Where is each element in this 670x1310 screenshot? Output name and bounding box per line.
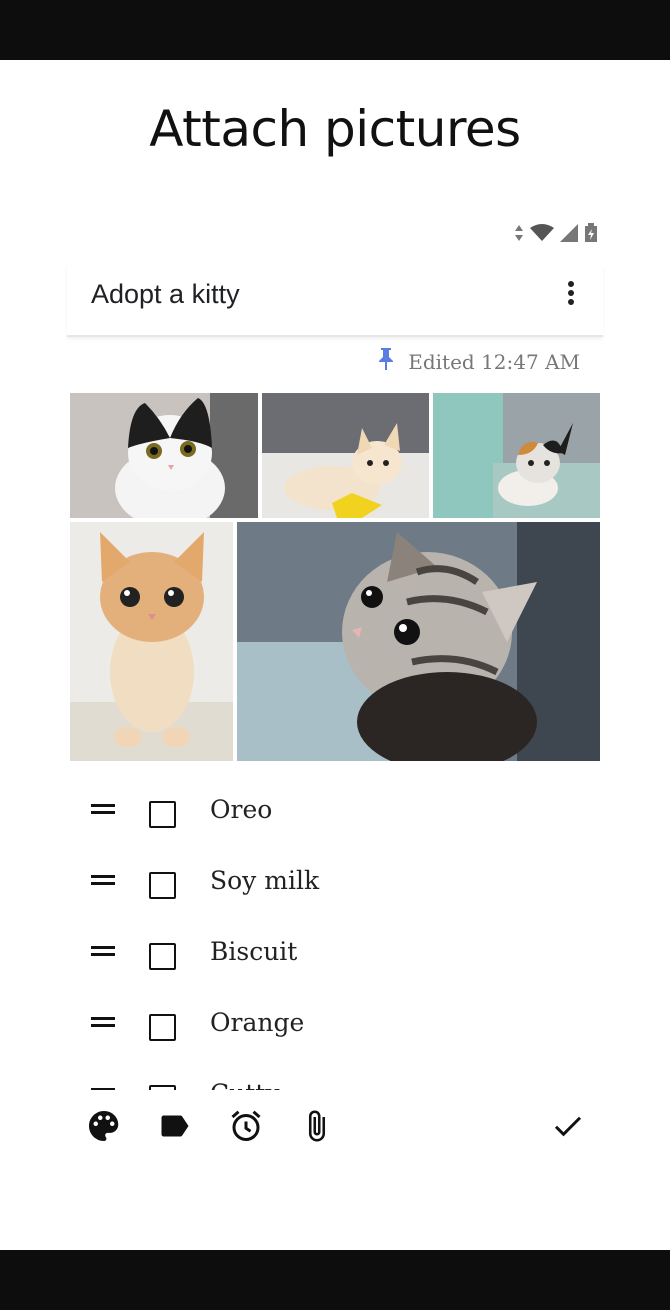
- wifi-icon: [530, 224, 554, 242]
- list-item-label[interactable]: Soy milk: [210, 866, 319, 895]
- checkbox[interactable]: [149, 943, 176, 970]
- palette-icon[interactable]: [86, 1108, 122, 1144]
- drag-handle-icon[interactable]: [91, 804, 115, 818]
- checkbox[interactable]: [149, 1014, 176, 1041]
- pin-icon[interactable]: [378, 347, 394, 376]
- list-item: Soy milk: [0, 851, 670, 922]
- signal-icon: [560, 224, 578, 242]
- list-item-label[interactable]: Biscuit: [210, 937, 297, 966]
- drag-handle-icon[interactable]: [91, 875, 115, 889]
- paperclip-icon[interactable]: [299, 1108, 335, 1144]
- list-item: Biscuit: [0, 922, 670, 993]
- list-item-label[interactable]: Orange: [210, 1008, 304, 1037]
- kitten-tabby-closeup[interactable]: [237, 522, 600, 761]
- kitten-calico[interactable]: [433, 393, 600, 518]
- list-item-label[interactable]: Oreo: [210, 795, 272, 824]
- checkbox[interactable]: [149, 801, 176, 828]
- label-icon[interactable]: [157, 1108, 193, 1144]
- data-arrows-icon: [514, 224, 524, 242]
- photo-grid: [70, 393, 600, 761]
- status-bar: [514, 223, 598, 243]
- kitten-orange-standing[interactable]: [70, 522, 233, 761]
- app-screen: Attach pictures Adopt a kitty Edited 12:…: [0, 60, 670, 1250]
- drag-handle-icon[interactable]: [91, 1017, 115, 1031]
- more-vert-icon: [568, 281, 574, 287]
- list-item: Oreo: [0, 780, 670, 851]
- edited-timestamp: Edited 12:47 AM: [408, 349, 580, 374]
- battery-icon: [584, 223, 598, 243]
- device-top-bar: [0, 0, 670, 60]
- note-title[interactable]: Adopt a kitty: [91, 279, 240, 310]
- device-bottom-bar: [0, 1250, 670, 1310]
- checkbox[interactable]: [149, 872, 176, 899]
- kitten-black-white[interactable]: [70, 393, 258, 518]
- drag-handle-icon[interactable]: [91, 946, 115, 960]
- note-header: Adopt a kitty: [67, 265, 603, 337]
- alarm-clock-icon[interactable]: [228, 1108, 264, 1144]
- list-item: Orange: [0, 993, 670, 1064]
- kitten-cream-lying[interactable]: [262, 393, 429, 518]
- bottom-toolbar: [0, 1090, 670, 1170]
- edited-info: Edited 12:47 AM: [378, 347, 580, 376]
- more-options-button[interactable]: [561, 281, 581, 313]
- page-heading: Attach pictures: [149, 100, 521, 158]
- checkmark-icon[interactable]: [550, 1108, 586, 1144]
